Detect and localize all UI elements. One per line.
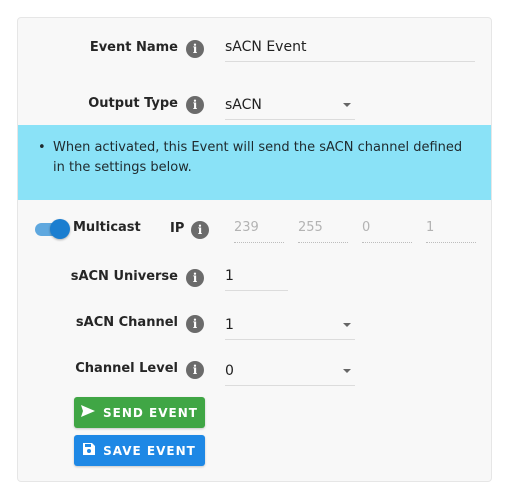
event-name-input[interactable]: sACN Event	[225, 39, 475, 62]
chevron-down-icon	[343, 369, 351, 373]
chevron-down-icon	[343, 323, 351, 327]
save-event-button[interactable]: SAVE EVENT	[74, 435, 205, 466]
channel-value: 1	[225, 317, 234, 333]
output-type-value: sACN	[225, 97, 262, 113]
output-type-select[interactable]: sACN	[225, 97, 355, 120]
send-arrow-icon	[81, 405, 96, 420]
alert-bullet: •	[38, 140, 46, 155]
info-icon[interactable]: i	[186, 315, 204, 333]
send-event-label: SEND EVENT	[103, 405, 198, 420]
info-icon[interactable]: i	[186, 269, 204, 287]
alert-text: When activated, this Event will send the…	[53, 140, 463, 175]
multicast-toggle-knob[interactable]	[50, 219, 70, 239]
chevron-down-icon	[343, 103, 351, 107]
event-name-label: Event Name	[89, 40, 178, 55]
send-event-button[interactable]: SEND EVENT	[74, 397, 205, 428]
info-icon[interactable]: i	[186, 361, 204, 379]
universe-input[interactable]: 1	[225, 268, 288, 291]
level-value: 0	[225, 363, 234, 379]
multicast-label: Multicast	[73, 220, 141, 235]
level-label: Channel Level	[75, 361, 178, 376]
channel-select[interactable]: 1	[225, 317, 355, 340]
level-select[interactable]: 0	[225, 363, 355, 386]
channel-label: sACN Channel	[75, 315, 178, 330]
ip-octet-3[interactable]: 0	[362, 220, 412, 243]
save-event-label: SAVE EVENT	[103, 443, 196, 458]
info-icon[interactable]: i	[186, 96, 204, 114]
info-icon[interactable]: i	[186, 40, 204, 58]
output-type-label: Output Type	[88, 96, 178, 111]
ip-octet-2[interactable]: 255	[298, 220, 348, 243]
floppy-disk-icon	[83, 443, 96, 458]
info-icon[interactable]: i	[191, 221, 209, 239]
ip-octet-4[interactable]: 1	[426, 220, 476, 243]
ip-octet-1[interactable]: 239	[234, 220, 284, 243]
universe-label: sACN Universe	[70, 269, 178, 284]
ip-label: IP	[170, 221, 185, 236]
